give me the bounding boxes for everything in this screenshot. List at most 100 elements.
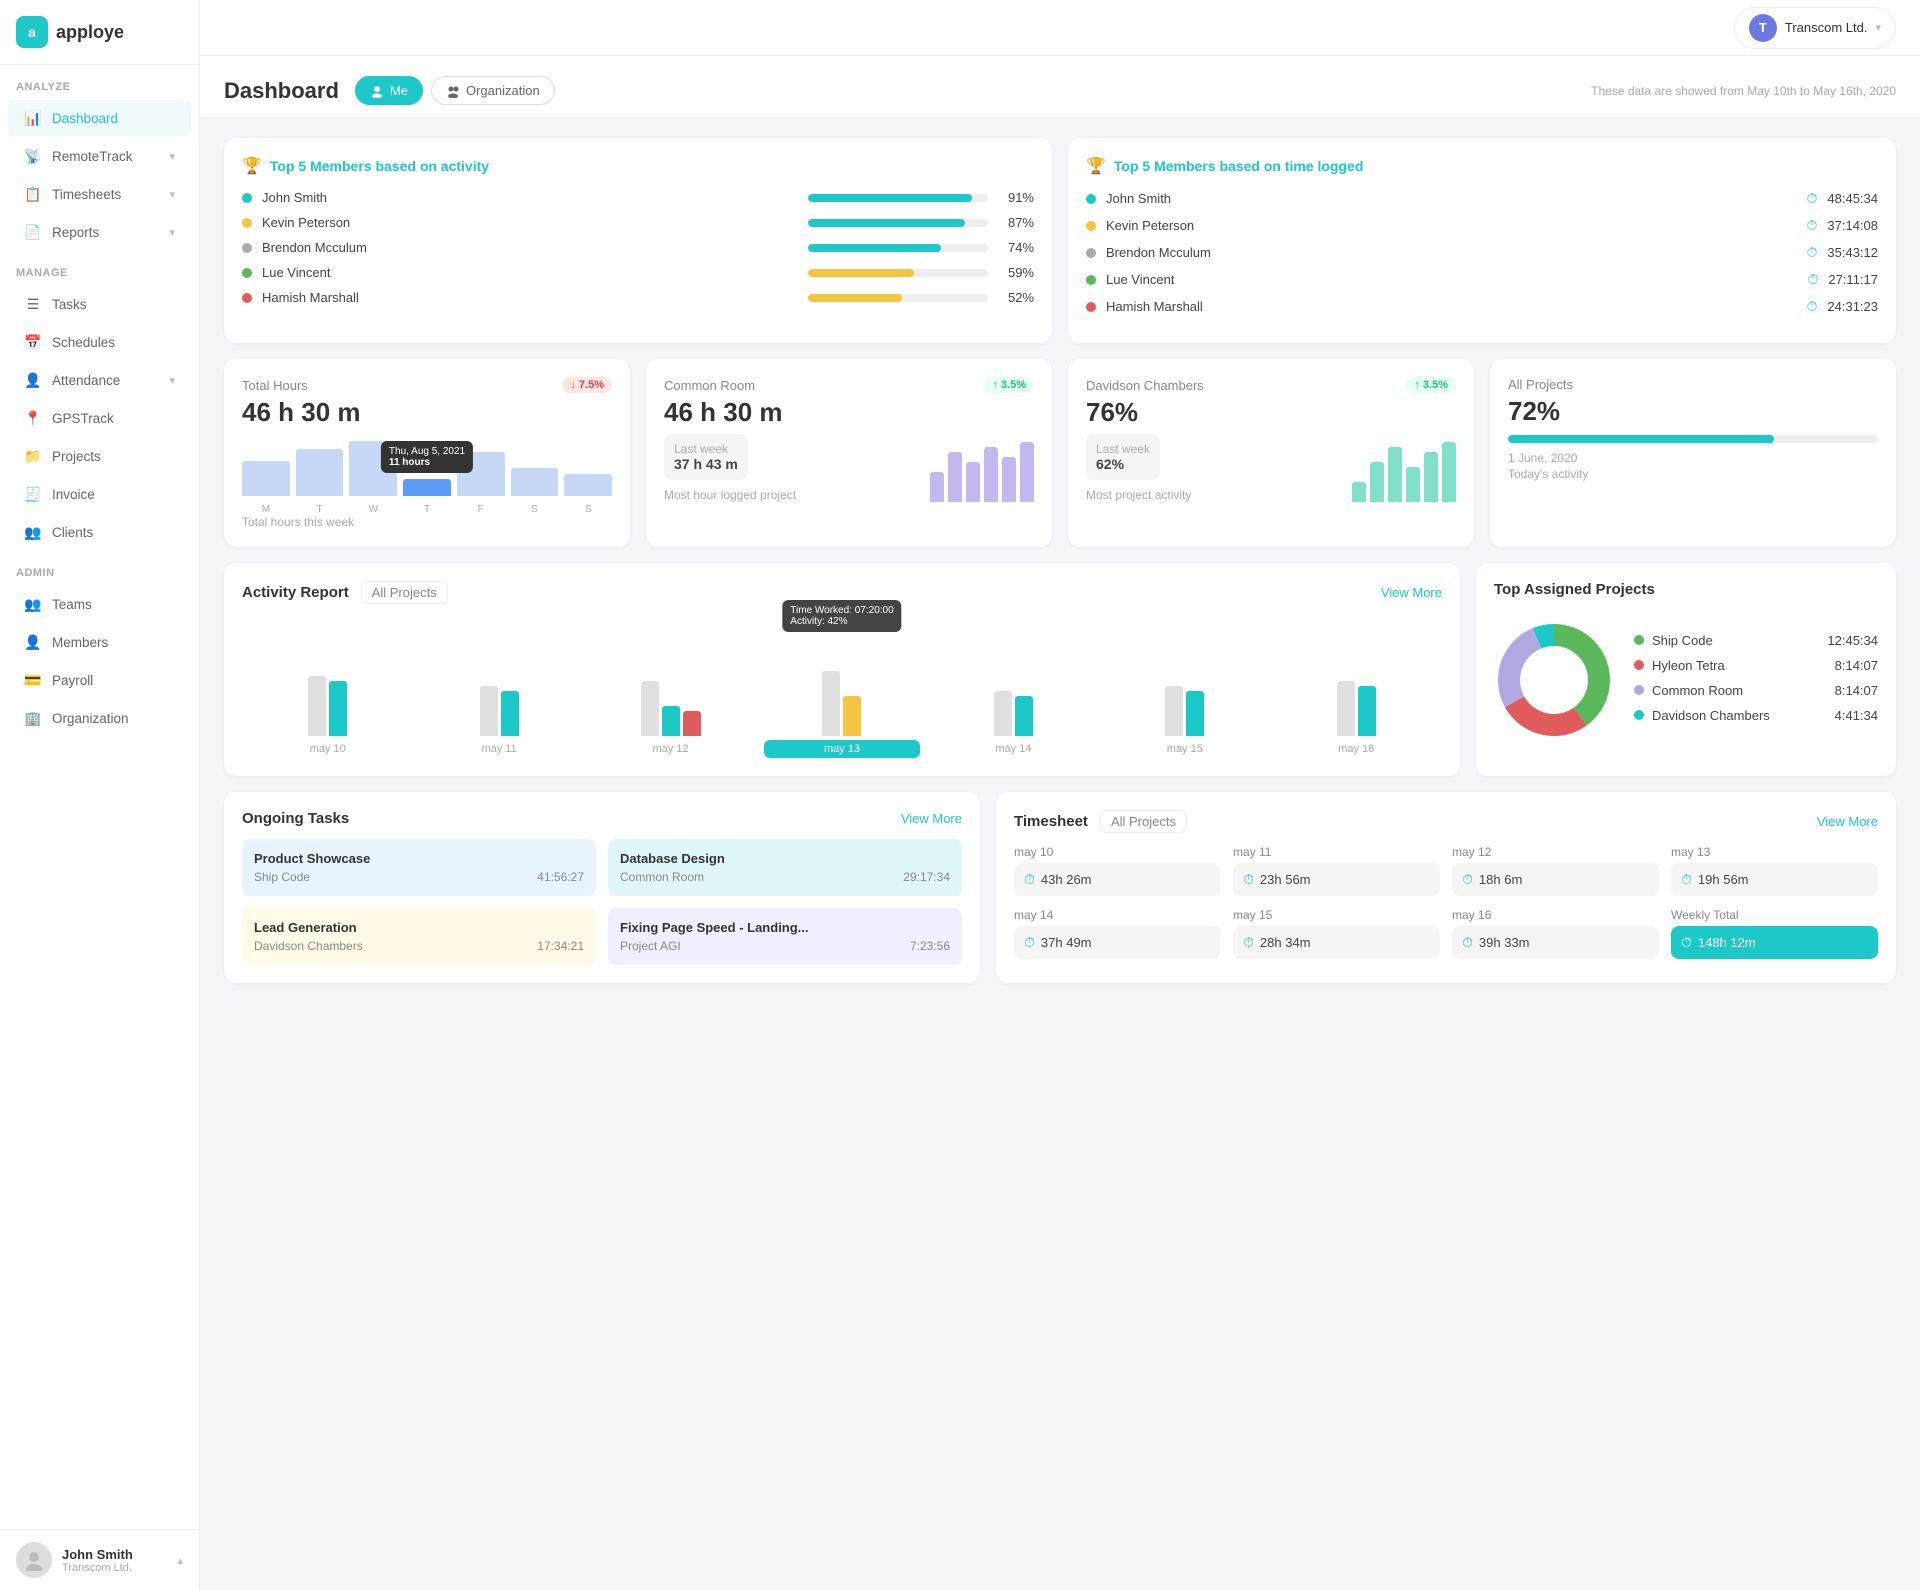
sidebar-item-tasks[interactable]: ☰ Tasks — [8, 286, 191, 322]
dashboard-header: Dashboard Me Organization These data are… — [200, 56, 1920, 118]
task-project: Project AGI — [620, 939, 681, 953]
member-pct: 52% — [998, 290, 1034, 305]
bar — [511, 468, 559, 496]
sidebar-item-label: Tasks — [52, 297, 87, 312]
timesheet-view-more[interactable]: View More — [1817, 814, 1878, 829]
legend-dot — [1634, 710, 1644, 720]
ongoing-tasks-view-more[interactable]: View More — [901, 811, 962, 826]
sidebar-item-organization[interactable]: 🏢 Organization — [8, 700, 191, 736]
top-projects-content: Ship Code 12:45:34 Hyleon Tetra 8:14:07 … — [1494, 610, 1878, 755]
activity-day-label: may 13 — [764, 740, 919, 758]
activity-bar-group — [1107, 636, 1262, 736]
member-row: Lue Vincent 59% — [242, 265, 1034, 280]
tab-organization[interactable]: Organization — [431, 76, 555, 105]
tab-me[interactable]: Me — [355, 76, 423, 105]
sidebar-item-remotetrack[interactable]: 📡 RemoteTrack ▾ — [8, 138, 191, 174]
sidebar-item-label: Payroll — [52, 673, 93, 688]
sidebar-item-reports[interactable]: 📄 Reports ▾ — [8, 214, 191, 250]
top-activity-card: 🏆 Top 5 Members based on activity John S… — [224, 138, 1052, 343]
sidebar-item-invoice[interactable]: 🧾 Invoice — [8, 476, 191, 512]
sidebar-item-clients[interactable]: 👥 Clients — [8, 514, 191, 550]
total-hours-chart: Thu, Aug 5, 202111 hours — [242, 436, 612, 496]
member-pct: 87% — [998, 215, 1034, 230]
member-dot — [1086, 248, 1096, 258]
ts-time: 18h 6m — [1479, 872, 1522, 887]
gray-bar — [822, 671, 840, 736]
member-dot — [242, 293, 252, 303]
time-value: 24:31:23 — [1827, 299, 1878, 314]
ongoing-tasks-card: Ongoing Tasks View More Product Showcase… — [224, 792, 980, 983]
clock-icon: ⏱ — [1807, 271, 1818, 288]
bar-tooltip: Thu, Aug 5, 202111 hours — [381, 441, 473, 473]
clock-icon: ⏱ — [1806, 298, 1817, 315]
sidebar-footer: John Smith Transcom Ltd. ▴ — [0, 1529, 199, 1590]
user-name: John Smith — [62, 1547, 133, 1562]
activity-view-more[interactable]: View More — [1381, 585, 1442, 600]
total-hours-sub: Total hours this week — [242, 515, 612, 529]
attendance-icon: 👤 — [24, 371, 42, 389]
clock-icon: ⏱ — [1681, 934, 1692, 951]
legend-dot — [1634, 685, 1644, 695]
activity-bar-group — [1279, 636, 1434, 736]
bar — [242, 461, 290, 496]
sidebar-item-gpstrack[interactable]: 📍 GPSTrack — [8, 400, 191, 436]
logo-icon: a — [16, 16, 48, 48]
sidebar-item-projects[interactable]: 📁 Projects — [8, 438, 191, 474]
schedules-icon: 📅 — [24, 333, 42, 351]
task-card: Lead Generation Davidson Chambers 17:34:… — [242, 908, 596, 965]
ts-date: may 16 — [1452, 908, 1659, 922]
sidebar-item-dashboard[interactable]: 📊 Dashboard — [8, 100, 191, 136]
logo-text: apploye — [56, 22, 124, 43]
common-room-lastweek-label: Last week — [674, 442, 738, 456]
org-selector[interactable]: T Transcom Ltd. ▾ — [1734, 7, 1896, 49]
task-sub: Project AGI 7:23:56 — [620, 939, 950, 953]
mini-bar — [1442, 442, 1456, 502]
ts-time: 19h 56m — [1698, 872, 1749, 887]
members-icon: 👤 — [24, 633, 42, 651]
time-row: John Smith ⏱ 48:45:34 — [1086, 190, 1878, 207]
top-time-members: John Smith ⏱ 48:45:34 Kevin Peterson ⏱ 3… — [1086, 190, 1878, 315]
activity-filter[interactable]: All Projects — [361, 581, 448, 604]
sidebar-item-timesheets[interactable]: 📋 Timesheets ▾ — [8, 176, 191, 212]
task-time: 7:23:56 — [910, 939, 950, 953]
timesheet-day: may 11 ⏱ 23h 56m — [1233, 845, 1440, 896]
sidebar-item-attendance[interactable]: 👤 Attendance ▾ — [8, 362, 191, 398]
top-time-card: 🏆 Top 5 Members based on time logged Joh… — [1068, 138, 1896, 343]
member-name: Hamish Marshall — [262, 290, 798, 305]
sidebar-item-label: Organization — [52, 711, 129, 726]
common-room-badge: ↑ 3.5% — [984, 377, 1034, 393]
red-bar — [683, 711, 701, 736]
sidebar-item-payroll[interactable]: 💳 Payroll — [8, 662, 191, 698]
sidebar-item-teams[interactable]: 👥 Teams — [8, 586, 191, 622]
user-info: John Smith Transcom Ltd. — [16, 1542, 133, 1578]
legend-item: Common Room 8:14:07 — [1634, 683, 1878, 698]
activity-day-label: may 15 — [1107, 740, 1262, 758]
legend-item: Davidson Chambers 4:41:34 — [1634, 708, 1878, 723]
mini-bar — [1424, 452, 1438, 502]
member-pct: 91% — [998, 190, 1034, 205]
member-dot — [242, 193, 252, 203]
bar-label: T — [403, 504, 451, 515]
timesheet-card: Timesheet All Projects View More may 10 … — [996, 792, 1896, 983]
member-dot — [1086, 275, 1096, 285]
project-time: 8:14:07 — [1835, 658, 1878, 673]
sidebar-item-schedules[interactable]: 📅 Schedules — [8, 324, 191, 360]
clock-icon: ⏱ — [1243, 934, 1254, 951]
ts-date: may 13 — [1671, 845, 1878, 859]
timesheet-filter[interactable]: All Projects — [1100, 810, 1187, 833]
activity-bar-group: Time Worked: 07:20:00Activity: 42% — [764, 636, 919, 736]
bar-label: W — [349, 504, 397, 515]
ts-time-box: ⏱ 28h 34m — [1233, 926, 1440, 959]
common-room-chart — [930, 442, 1034, 502]
sidebar-item-label: Schedules — [52, 335, 115, 350]
member-dot — [1086, 302, 1096, 312]
project-time: 4:41:34 — [1835, 708, 1878, 723]
sidebar-item-members[interactable]: 👤 Members — [8, 624, 191, 660]
member-dot — [242, 243, 252, 253]
task-time: 29:17:34 — [903, 870, 950, 884]
total-hours-bar-labels: MTWTFSS — [242, 504, 612, 515]
bar-label: S — [564, 504, 612, 515]
projects-legend: Ship Code 12:45:34 Hyleon Tetra 8:14:07 … — [1634, 633, 1878, 733]
total-hours-badge: ↓ 7.5% — [562, 377, 612, 393]
avatar — [16, 1542, 52, 1578]
